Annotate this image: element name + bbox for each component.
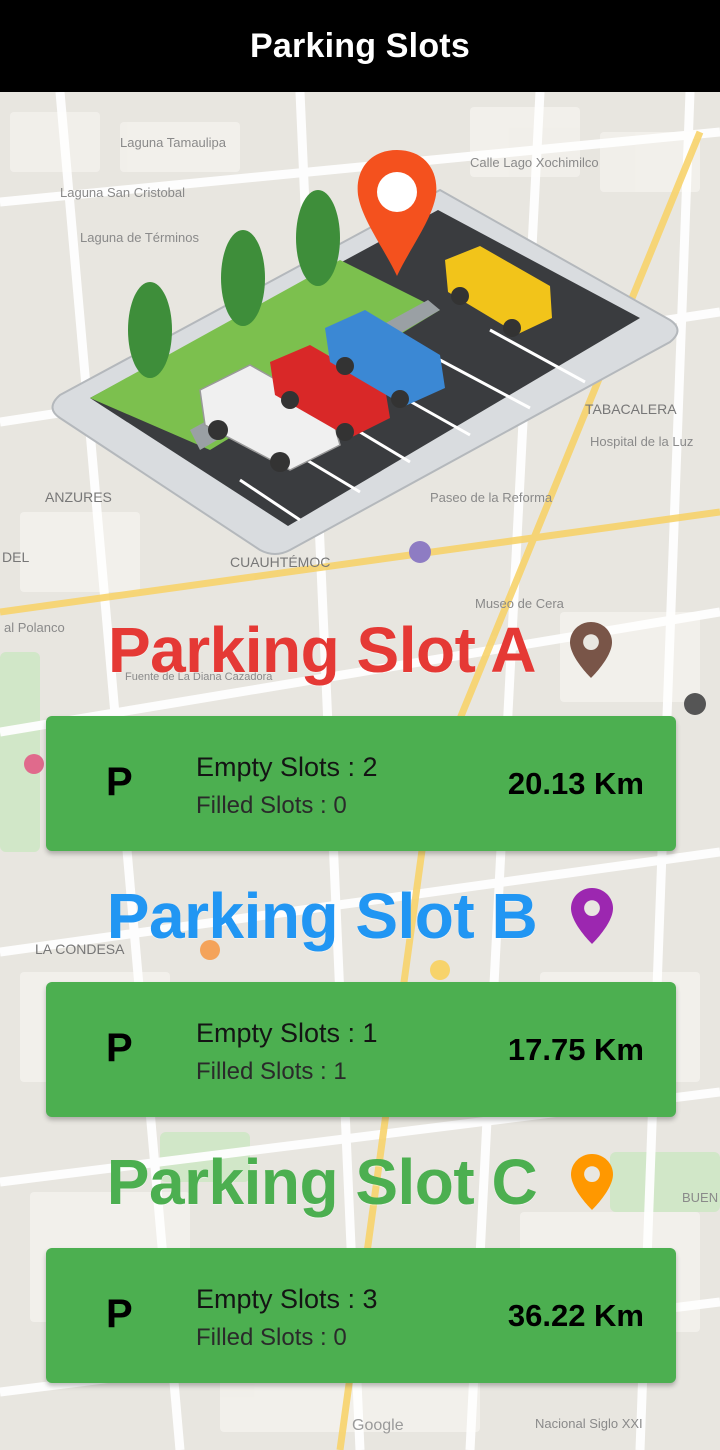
distance-text: 20.13 Km	[507, 766, 644, 801]
slot-heading-c: Parking Slot C	[0, 1142, 720, 1222]
map-label: Laguna Tamaulipa	[120, 135, 227, 150]
parking-slot-card-a[interactable]: P Empty Slots : 2 Filled Slots : 0 20.13…	[46, 716, 676, 851]
location-pin-icon	[570, 622, 613, 678]
distance-text: 36.22 Km	[507, 1298, 644, 1333]
map-label: Museo de Cera	[475, 596, 565, 611]
app-bar: Parking Slots	[0, 0, 720, 92]
parking-lot-illustration	[40, 150, 690, 570]
slot-heading-a: Parking Slot A	[0, 610, 720, 690]
parking-p-icon: P	[106, 1292, 133, 1336]
location-pin-icon	[571, 1154, 614, 1210]
slot-name: Parking Slot A	[107, 614, 537, 686]
slot-name: Parking Slot B	[106, 880, 538, 952]
parking-slot-card-b[interactable]: P Empty Slots : 1 Filled Slots : 1 17.75…	[46, 982, 676, 1117]
location-pin-icon	[571, 888, 614, 944]
empty-slots-text: Empty Slots : 2	[196, 752, 378, 782]
distance-text: 17.75 Km	[507, 1032, 644, 1067]
page-title: Parking Slots	[250, 26, 470, 65]
slot-name: Parking Slot C	[106, 1146, 538, 1218]
map-label: Nacional Siglo XXI	[535, 1416, 643, 1431]
empty-slots-text: Empty Slots : 1	[196, 1018, 378, 1048]
filled-slots-text: Filled Slots : 1	[196, 1058, 347, 1085]
filled-slots-text: Filled Slots : 0	[196, 792, 347, 819]
parking-slot-card-c[interactable]: P Empty Slots : 3 Filled Slots : 0 36.22…	[46, 1248, 676, 1383]
slot-heading-b: Parking Slot B	[0, 876, 720, 956]
map-label: Google	[352, 1417, 404, 1434]
tablet-parking-image	[51, 150, 679, 555]
parking-p-icon: P	[106, 1026, 133, 1070]
parking-p-icon: P	[106, 760, 133, 804]
map-label: DEL	[2, 549, 29, 565]
empty-slots-text: Empty Slots : 3	[196, 1284, 378, 1314]
filled-slots-text: Filled Slots : 0	[196, 1324, 347, 1351]
